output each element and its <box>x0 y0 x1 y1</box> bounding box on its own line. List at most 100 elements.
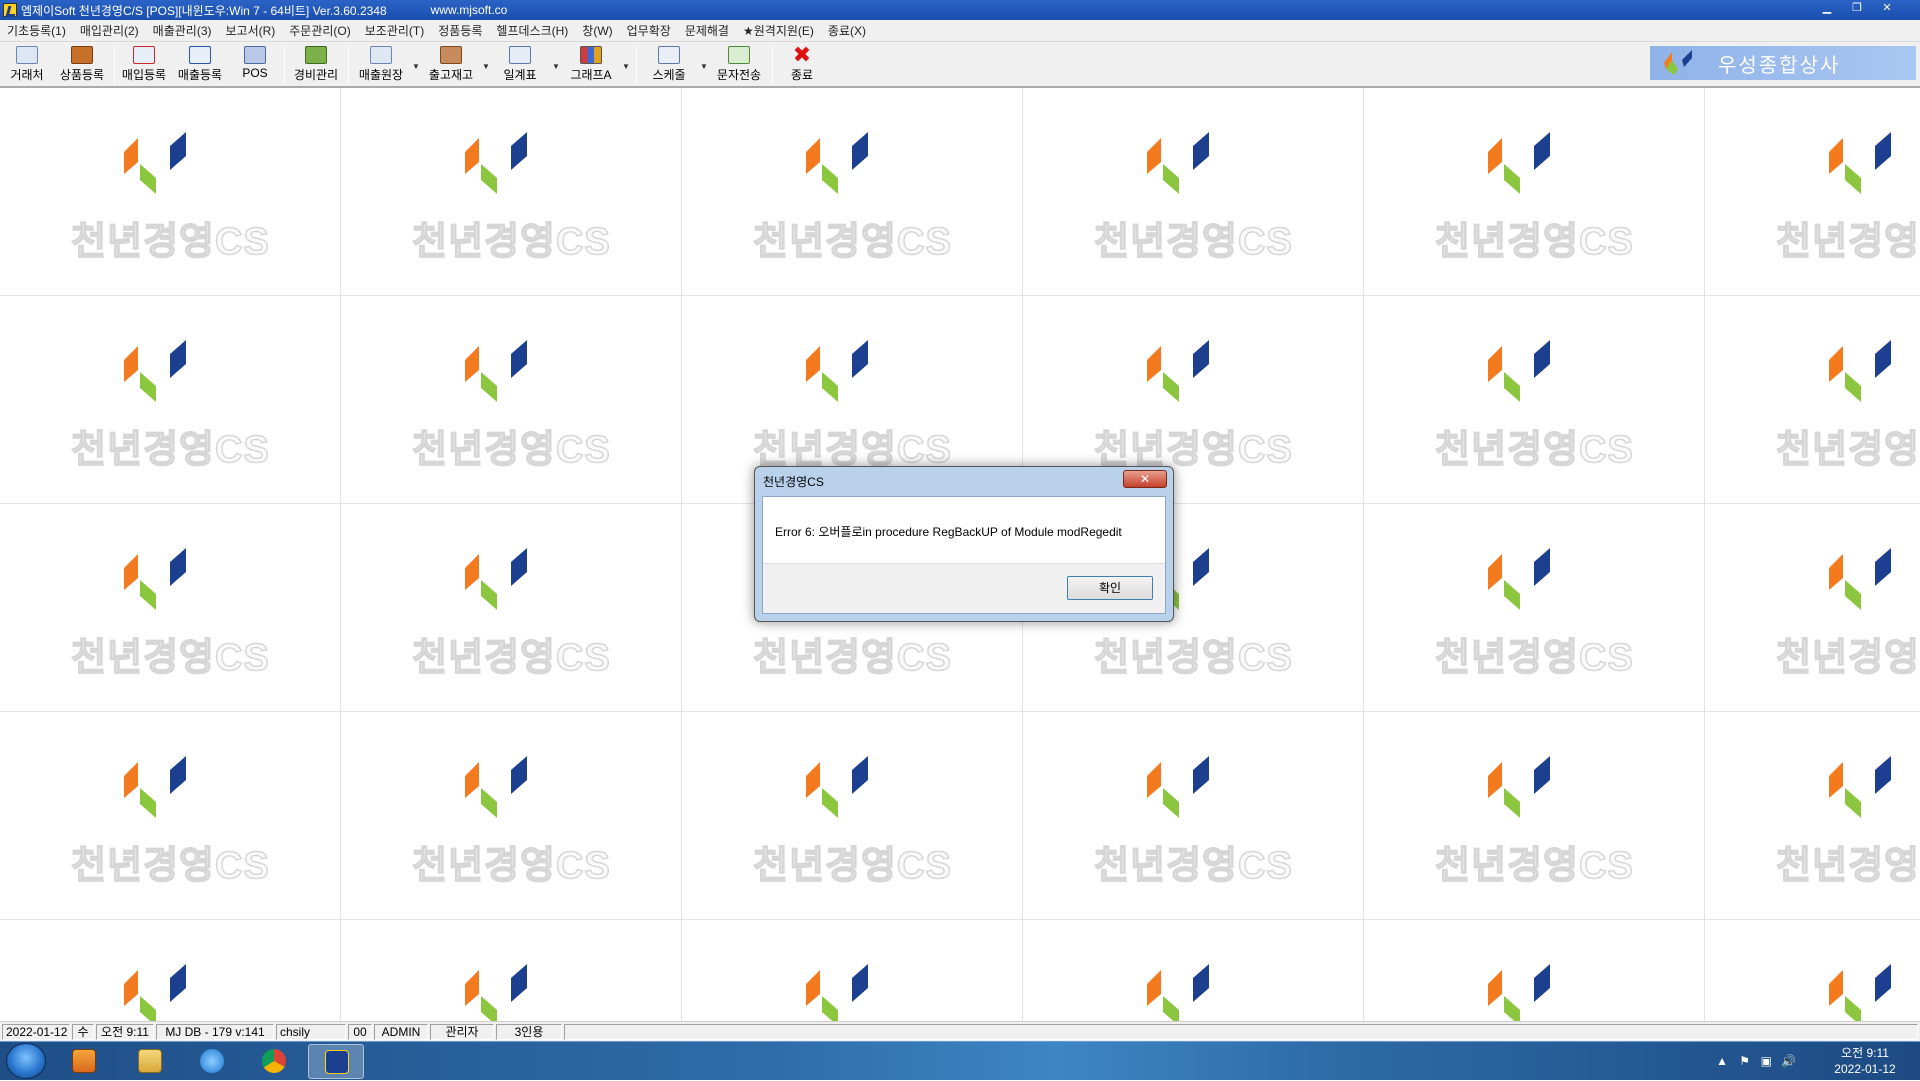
toolbar-separator <box>284 46 285 84</box>
watermark-logo-icon <box>1829 340 1891 402</box>
watermark-text: 천년경영CS <box>752 220 952 264</box>
watermark-logo-icon <box>124 340 186 402</box>
menu-remote-support[interactable]: ★원격지원(E) <box>736 22 821 39</box>
watermark-tile: 천년경영CS <box>341 920 682 1021</box>
watermark-tile: 천년경영CS <box>0 920 341 1021</box>
watermark-logo-icon <box>1488 964 1550 1021</box>
client-icon <box>16 46 38 64</box>
watermark-text: 천년경영CS <box>1093 428 1293 472</box>
graph-button[interactable]: 그래프A <box>564 44 618 86</box>
watermark-tile: 천년경영CS <box>1023 88 1364 296</box>
watermark-tile: 천년경영CS <box>1023 712 1364 920</box>
menu-sales[interactable]: 매출관리(3) <box>146 22 219 39</box>
graph-dropdown-icon[interactable]: ▼ <box>622 62 630 71</box>
clock-time: 오전 9:11 <box>1841 1046 1889 1060</box>
watermark-tile: 천년경영CS <box>1364 712 1705 920</box>
menu-bar: 기초등록(1) 매입관리(2) 매출관리(3) 보고서(R) 주문관리(O) 보… <box>0 20 1920 42</box>
watermark-text: 천년경영CS <box>1775 428 1920 472</box>
taskbar-explorer[interactable] <box>122 1044 178 1079</box>
watermark-tile: 천년경영CS <box>1023 920 1364 1021</box>
watermark-text: 천년경영CS <box>1775 636 1920 680</box>
menu-report[interactable]: 보고서(R) <box>218 22 282 39</box>
watermark-logo-icon <box>1829 548 1891 610</box>
dialog-close-button[interactable]: ✕ <box>1123 470 1167 488</box>
watermark-text: 천년경영CS <box>1434 844 1634 888</box>
watermark-text: 천년경영CS <box>70 428 270 472</box>
taskbar-media-player[interactable] <box>56 1044 112 1079</box>
watermark-logo-icon <box>806 340 868 402</box>
tray-expand-icon[interactable]: ▲ <box>1716 1054 1728 1068</box>
menu-extend[interactable]: 업무확장 <box>620 22 678 39</box>
menu-troubleshoot[interactable]: 문제해결 <box>678 22 736 39</box>
taskbar-chrome[interactable] <box>246 1044 302 1079</box>
purchase-entry-button[interactable]: 매입등록 <box>118 44 170 86</box>
watermark-tile: 천년경영CS <box>1705 88 1920 296</box>
watermark-logo-icon <box>465 132 527 194</box>
daily-report-button[interactable]: 일계표 <box>494 44 546 86</box>
start-button[interactable] <box>6 1043 46 1079</box>
close-icon[interactable]: ✕ <box>1876 1 1898 17</box>
daily-report-dropdown-icon[interactable]: ▼ <box>552 62 560 71</box>
watermark-text: 천년경영CS <box>752 636 952 680</box>
schedule-button[interactable]: 스케줄 <box>642 44 696 86</box>
menu-aux[interactable]: 보조관리(T) <box>358 22 431 39</box>
taskbar-mjsoft[interactable] <box>308 1044 364 1079</box>
toolbar: 거래처 상품등록 매입등록 매출등록 POS 경비관리 매출원장 ▼ 출고재고 … <box>0 42 1920 88</box>
status-user: chsily <box>276 1023 346 1040</box>
toolbar-separator <box>348 46 349 84</box>
exit-button[interactable]: ✖ 종료 <box>778 44 826 86</box>
menu-helpdesk[interactable]: 헬프데스크(H) <box>489 22 575 39</box>
restore-icon[interactable]: ❐ <box>1846 1 1868 17</box>
watermark-tile: 천년경영CS <box>1364 504 1705 712</box>
watermark-tile: 천년경영CS <box>1705 712 1920 920</box>
product-button[interactable]: 상품등록 <box>56 44 108 86</box>
menu-purchase[interactable]: 매입관리(2) <box>73 22 146 39</box>
report-icon <box>509 46 531 64</box>
menu-basic[interactable]: 기초등록(1) <box>0 22 73 39</box>
expense-button[interactable]: 경비관리 <box>290 44 342 86</box>
watermark-logo-icon <box>1147 964 1209 1021</box>
taskbar-clock[interactable]: 오전 9:11 2022-01-12 <box>1820 1045 1910 1077</box>
network-icon[interactable]: ▣ <box>1761 1054 1772 1068</box>
status-license: 3인용 <box>496 1023 562 1040</box>
menu-exit[interactable]: 종료(X) <box>821 22 873 39</box>
watermark-logo-icon <box>1488 132 1550 194</box>
watermark-tile: 천년경영CS <box>341 504 682 712</box>
folder-icon <box>138 1049 162 1073</box>
app-icon <box>3 3 17 17</box>
menu-window[interactable]: 창(W) <box>575 22 619 39</box>
watermark-tile: 천년경영CS <box>341 88 682 296</box>
watermark-tile: 천년경영CS <box>682 920 1023 1021</box>
watermark-tile: 천년경영CS <box>341 296 682 504</box>
watermark-text: 천년경영CS <box>1434 636 1634 680</box>
watermark-text: 천년경영CS <box>1093 636 1293 680</box>
sales-entry-button[interactable]: 매출등록 <box>174 44 226 86</box>
stock-out-button[interactable]: 출고재고 <box>424 44 478 86</box>
watermark-text: 천년경영CS <box>1434 220 1634 264</box>
box-icon <box>71 46 93 64</box>
media-player-icon <box>72 1049 96 1073</box>
toolbar-separator <box>636 46 637 84</box>
taskbar-ie[interactable] <box>184 1044 240 1079</box>
menu-order[interactable]: 주문관리(O) <box>282 22 358 39</box>
client-button[interactable]: 거래처 <box>4 44 50 86</box>
sms-button[interactable]: 문자전송 <box>712 44 766 86</box>
money-icon <box>305 46 327 64</box>
watermark-tile: 천년경영CS <box>341 712 682 920</box>
watermark-logo-icon <box>124 132 186 194</box>
sales-ledger-button[interactable]: 매출원장 <box>354 44 408 86</box>
action-center-flag-icon[interactable]: ⚑ <box>1739 1054 1750 1068</box>
ok-button[interactable]: 확인 <box>1067 576 1153 600</box>
watermark-text: 천년경영CS <box>1093 844 1293 888</box>
pos-button[interactable]: POS <box>234 44 276 86</box>
stock-out-dropdown-icon[interactable]: ▼ <box>482 62 490 71</box>
status-role: ADMIN <box>374 1023 428 1040</box>
watermark-logo-icon <box>806 756 868 818</box>
schedule-dropdown-icon[interactable]: ▼ <box>700 62 708 71</box>
minimize-icon[interactable]: ▁ <box>1816 1 1838 17</box>
watermark-text: 천년경영CS <box>70 220 270 264</box>
volume-icon[interactable]: 🔊 <box>1781 1054 1796 1068</box>
watermark-tile: 천년경영CS <box>1705 296 1920 504</box>
menu-register[interactable]: 정품등록 <box>431 22 489 39</box>
sales-ledger-dropdown-icon[interactable]: ▼ <box>412 62 420 71</box>
